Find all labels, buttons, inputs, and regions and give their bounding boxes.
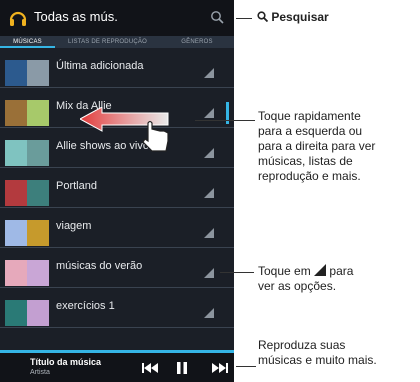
album-art	[27, 220, 49, 246]
album-art	[27, 60, 49, 86]
callout-text: para	[329, 264, 354, 278]
app-header: Todas as mús.	[0, 0, 234, 36]
list-item-label: viagem	[56, 220, 92, 232]
album-art	[27, 140, 49, 166]
tab-musicas[interactable]: MÚSICAS	[0, 36, 55, 48]
callout-line	[220, 272, 254, 273]
callout-text: Toque rapidamente	[258, 109, 361, 123]
callout-line	[236, 18, 252, 19]
list-item-label: Última adicionada	[56, 60, 144, 72]
list-item[interactable]: Portland	[0, 168, 234, 208]
search-icon	[257, 11, 269, 23]
album-art	[27, 260, 49, 286]
callout-text: músicas, listas de	[258, 154, 353, 168]
tab-generos[interactable]: GÊNEROS	[160, 36, 234, 48]
tab-bar: MÚSICAS LISTAS DE REPRODUÇÃO GÊNEROS	[0, 36, 234, 48]
callout-text: músicas e muito mais.	[258, 353, 377, 367]
tab-listas-de-reproducao[interactable]: LISTAS DE REPRODUÇÃO	[55, 36, 160, 48]
music-app-screen: Todas as mús. MÚSICAS LISTAS DE REPRODUÇ…	[0, 0, 234, 382]
app-title[interactable]: Todas as mús.	[34, 9, 118, 24]
list-item[interactable]: exercícios 1	[0, 288, 234, 328]
options-menu-icon[interactable]	[204, 68, 214, 78]
album-art	[5, 260, 27, 286]
album-art	[5, 300, 27, 326]
album-art	[27, 300, 49, 326]
swipe-gesture-arrow	[80, 107, 169, 152]
options-menu-icon[interactable]	[204, 228, 214, 238]
list-item[interactable]: viagem	[0, 208, 234, 248]
album-art	[5, 60, 27, 86]
headphones-icon	[9, 11, 27, 26]
hand-pointer-icon	[142, 120, 169, 152]
list-item[interactable]: Última adicionada	[0, 48, 234, 88]
album-art	[5, 220, 27, 246]
song-artist: Artista	[30, 369, 50, 376]
album-art	[27, 100, 49, 126]
album-art	[5, 180, 27, 206]
pause-icon[interactable]	[176, 362, 188, 374]
options-menu-icon[interactable]	[204, 268, 214, 278]
callout-text: para a esquerda ou	[258, 124, 363, 138]
options-callout: Toque em para ver as opções.	[258, 264, 353, 294]
options-menu-icon[interactable]	[204, 308, 214, 318]
player-callout: Reproduza suas músicas e muito mais.	[258, 338, 377, 368]
divider	[0, 327, 234, 328]
options-menu-icon[interactable]	[204, 188, 214, 198]
album-art	[5, 140, 27, 166]
swipe-callout: Toque rapidamente para a esquerda ou par…	[258, 109, 375, 184]
callout-text: Reproduza suas	[258, 338, 346, 352]
song-title: Título da música	[30, 357, 102, 367]
options-menu-icon[interactable]	[204, 148, 214, 158]
list-item-label: Portland	[56, 180, 97, 192]
options-menu-icon[interactable]	[204, 108, 214, 118]
previous-track-icon[interactable]	[142, 362, 158, 374]
search-callout-label: Pesquisar	[271, 10, 329, 24]
album-art	[27, 180, 49, 206]
callout-line	[195, 120, 255, 121]
callout-text: reprodução e mais.	[258, 169, 361, 183]
callout-text: Toque em	[258, 264, 311, 278]
callout-text: ver as opções.	[258, 279, 337, 293]
list-item-label: músicas do verão	[56, 260, 143, 272]
options-menu-icon	[314, 264, 327, 276]
now-playing-bar[interactable]: Título da música Artista	[0, 350, 234, 382]
list-item[interactable]: músicas do verão	[0, 248, 234, 288]
search-callout: Pesquisar	[257, 10, 329, 24]
callout-line	[236, 366, 256, 367]
playlist-list: Última adicionada Mix da Allie Allie sho…	[0, 48, 234, 344]
list-item-label: exercícios 1	[56, 300, 115, 312]
callout-text: para a direita para ver	[258, 139, 376, 153]
album-art	[5, 100, 27, 126]
search-icon[interactable]	[210, 10, 224, 24]
next-track-icon[interactable]	[212, 362, 228, 374]
